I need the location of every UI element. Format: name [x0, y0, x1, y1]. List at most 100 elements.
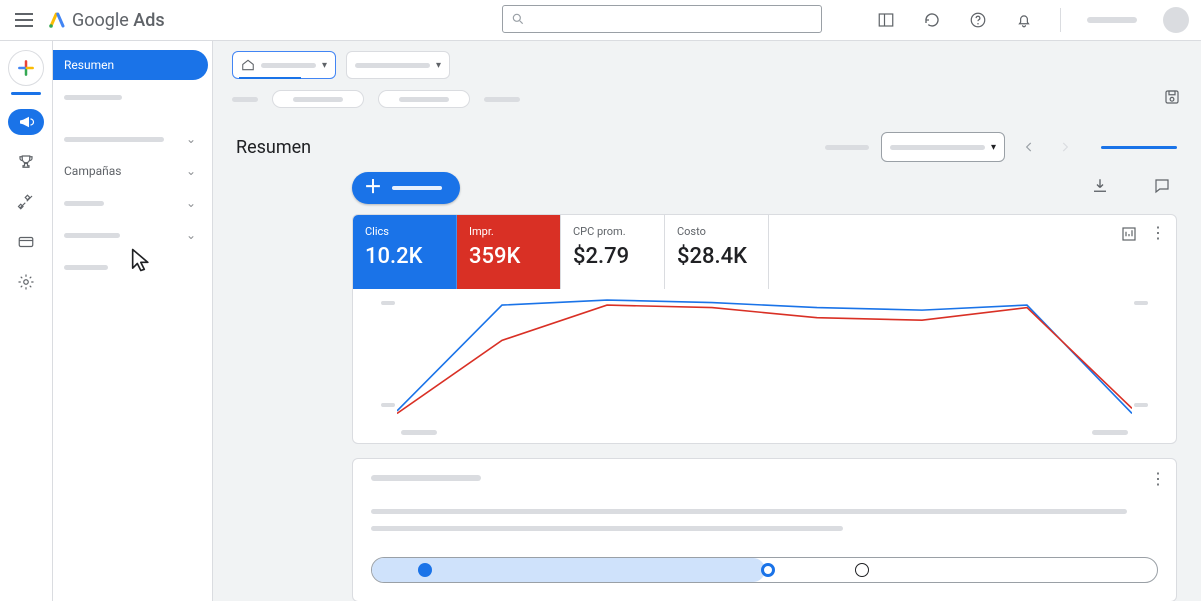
y-tick: [381, 301, 395, 305]
sidenav-item-label: [64, 137, 164, 142]
plus-multicolor-icon: [16, 58, 36, 78]
performance-chart-card: Clics 10.2K Impr. 359K CPC prom. $2.79 C…: [352, 214, 1177, 444]
account-picker[interactable]: ▾: [232, 51, 336, 79]
chart-lines: [397, 295, 1132, 421]
date-next-button[interactable]: [1053, 135, 1077, 159]
caret-down-icon: ▾: [322, 60, 327, 71]
crumb-chip[interactable]: [378, 90, 470, 108]
feedback-icon[interactable]: [1153, 177, 1171, 199]
chevron-down-icon: ⌄: [186, 228, 196, 242]
home-icon: [241, 58, 255, 72]
y-tick: [1134, 301, 1148, 305]
avatar[interactable]: [1163, 7, 1189, 33]
sidenav-item-campanas[interactable]: Campañas ⌄: [52, 156, 208, 186]
step-completed[interactable]: [418, 563, 432, 577]
scorecard-impressions[interactable]: Impr. 359K: [457, 215, 561, 289]
product-logo[interactable]: Google Ads: [48, 10, 165, 31]
sidenav-item[interactable]: ⌄: [52, 220, 208, 250]
notifications-icon[interactable]: [1014, 10, 1034, 30]
product-name: Google Ads: [72, 10, 165, 31]
sidenav-item-label: [64, 233, 120, 238]
sidenav-item[interactable]: ⌄: [52, 124, 208, 154]
side-nav: Resumen ⌄ Campañas ⌄ ⌄ ⌄: [52, 40, 212, 601]
chevron-down-icon: ⌄: [186, 132, 196, 146]
sidenav-item-resumen[interactable]: Resumen: [52, 50, 208, 80]
search-input[interactable]: [502, 5, 822, 33]
expand-chart-icon[interactable]: [1120, 225, 1138, 247]
y-tick: [1134, 403, 1148, 407]
sidenav-item-label: [64, 201, 104, 206]
x-label: [401, 430, 437, 435]
campaign-picker[interactable]: ▾: [346, 51, 450, 79]
page-header: Resumen ▾: [212, 110, 1201, 172]
sidenav-item[interactable]: [52, 252, 208, 282]
card-icon: [17, 233, 35, 251]
scorecard-label: Impr.: [469, 225, 548, 238]
more-icon[interactable]: ⋮: [1150, 225, 1166, 247]
more-icon[interactable]: ⋮: [1150, 469, 1166, 488]
create-button[interactable]: [8, 50, 44, 86]
scope-bar: ▾ ▾: [212, 40, 1201, 82]
content: ＋ Clics 10.2K Impr. 359K: [212, 172, 1201, 601]
chevron-left-icon: [1022, 140, 1036, 154]
date-range-picker[interactable]: ▾: [881, 132, 1005, 162]
line-chart[interactable]: [357, 295, 1172, 435]
new-campaign-button[interactable]: ＋: [352, 172, 460, 204]
main-area: ▾ ▾ Resumen ▾: [212, 40, 1201, 601]
progress-stepper[interactable]: [371, 557, 1158, 583]
rail-tools[interactable]: [8, 189, 44, 215]
rail-admin[interactable]: [8, 269, 44, 295]
step-active[interactable]: [761, 563, 775, 577]
card-title: [371, 475, 481, 481]
reports-icon[interactable]: [876, 10, 896, 30]
app-bar: Google Ads: [0, 0, 1201, 40]
appbar-actions: [876, 7, 1189, 33]
page-title: Resumen: [236, 137, 311, 158]
save-layout-icon[interactable]: [1163, 88, 1181, 110]
tools-icon: [17, 193, 35, 211]
nav-rail: [0, 40, 52, 601]
sidenav-item[interactable]: [52, 82, 208, 112]
refresh-icon[interactable]: [922, 10, 942, 30]
sidenav-item[interactable]: ⌄: [52, 188, 208, 218]
help-icon[interactable]: [968, 10, 988, 30]
scorecard-label: Costo: [677, 225, 756, 238]
scorecard-clicks[interactable]: Clics 10.2K: [353, 215, 457, 289]
gear-icon: [17, 273, 35, 291]
search-icon: [511, 12, 525, 26]
caret-down-icon: ▾: [436, 60, 441, 71]
rail-billing[interactable]: [8, 229, 44, 255]
text-line: [371, 509, 1127, 514]
scorecard-label: Clics: [365, 225, 444, 238]
rail-goals[interactable]: [8, 149, 44, 175]
scorecard-value: $28.4K: [677, 244, 756, 269]
scorecard-cost[interactable]: Costo $28.4K: [665, 215, 769, 289]
menu-icon[interactable]: [12, 8, 36, 32]
account-label[interactable]: [1087, 17, 1137, 23]
sidenav-item-label: Resumen: [64, 58, 114, 72]
crumb[interactable]: [232, 97, 258, 102]
megaphone-icon: [17, 113, 35, 131]
step-upcoming[interactable]: [855, 563, 869, 577]
text-line: [371, 526, 843, 531]
scorecard-value: 359K: [469, 244, 548, 269]
sidenav-item-label: [64, 265, 108, 270]
chevron-down-icon: ⌄: [186, 164, 196, 178]
trophy-icon: [17, 153, 35, 171]
scorecard-cpc[interactable]: CPC prom. $2.79: [561, 215, 665, 289]
scorecard-label: CPC prom.: [573, 225, 652, 238]
caret-down-icon: ▾: [991, 142, 996, 153]
rail-campaigns[interactable]: [8, 109, 44, 135]
separator: [1060, 8, 1061, 32]
download-icon[interactable]: [1091, 177, 1109, 199]
button-label: [392, 186, 442, 190]
scorecards: Clics 10.2K Impr. 359K CPC prom. $2.79 C…: [353, 215, 1176, 289]
date-prev-button[interactable]: [1017, 135, 1041, 159]
card-tools: ⋮: [1120, 225, 1166, 247]
crumb-chip[interactable]: [272, 90, 364, 108]
create-underline: [11, 92, 41, 95]
breadcrumb: [212, 82, 1201, 110]
crumb[interactable]: [484, 97, 520, 102]
scorecard-value: 10.2K: [365, 244, 444, 269]
sidenav-item-label: [64, 95, 122, 100]
